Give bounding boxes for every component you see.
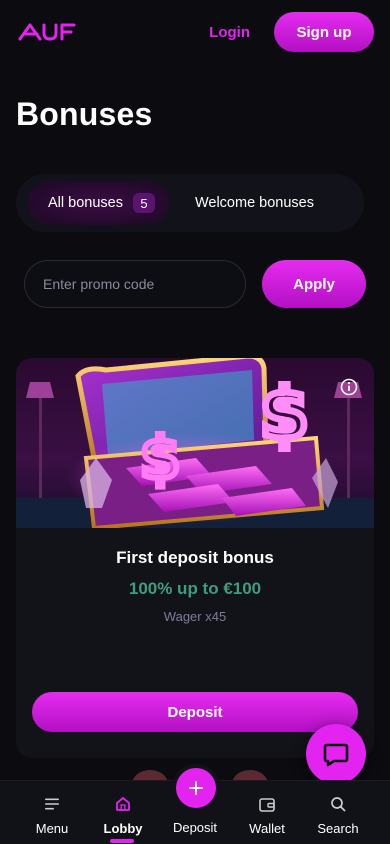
bonus-card: $ $ First deposit bonus 100% up to €100 … — [16, 358, 374, 758]
nav-label: Menu — [35, 821, 69, 836]
tab-all-bonuses[interactable]: All bonuses 5 — [28, 181, 169, 225]
signup-button[interactable]: Sign up — [274, 12, 374, 52]
treasure-chest-image: $ $ — [16, 358, 374, 528]
nav-item-lobby[interactable]: Lobby — [84, 781, 162, 844]
header-actions: Login Sign up — [209, 12, 374, 52]
svg-text:$: $ — [140, 424, 180, 492]
svg-text:$: $ — [260, 373, 309, 455]
deposit-button[interactable]: Deposit — [32, 692, 358, 732]
auf-logo-icon — [18, 23, 76, 41]
bonus-tabs: All bonuses 5 Welcome bonuses — [28, 181, 364, 225]
promo-code-input[interactable] — [24, 260, 246, 308]
menu-icon — [45, 795, 59, 813]
chat-button[interactable] — [306, 724, 366, 784]
nav-item-search[interactable]: Search — [299, 781, 377, 844]
home-icon — [115, 795, 131, 813]
bonus-wager: Wager x45 — [163, 609, 227, 624]
wallet-icon — [259, 795, 275, 813]
info-icon[interactable] — [340, 378, 358, 396]
tab-label: All bonuses — [48, 195, 123, 211]
bonus-amount: 100% up to €100 — [128, 579, 262, 598]
nav-item-menu[interactable]: Menu — [13, 781, 91, 844]
nav-deposit-button[interactable] — [176, 768, 216, 808]
plus-icon — [189, 781, 203, 795]
nav-deposit-label[interactable]: Deposit — [156, 820, 234, 835]
brand-logo[interactable] — [18, 22, 76, 42]
tab-label: Welcome bonuses — [194, 195, 314, 211]
nav-label: Lobby — [103, 821, 143, 836]
apply-button[interactable]: Apply — [262, 260, 366, 308]
tab-count-badge: 5 — [132, 193, 155, 213]
nav-item-wallet[interactable]: Wallet — [228, 781, 306, 844]
search-icon — [330, 795, 346, 813]
nav-label: Wallet — [249, 821, 285, 836]
login-link[interactable]: Login — [209, 24, 250, 41]
tab-welcome-bonuses[interactable]: Welcome bonuses — [169, 181, 314, 225]
nav-label: Search — [317, 821, 359, 836]
bonus-title: First deposit bonus — [116, 548, 274, 567]
active-nav-indicator — [110, 839, 134, 843]
header: Login Sign up — [0, 0, 390, 64]
chat-bubble-icon — [323, 743, 349, 767]
page-title: Bonuses — [16, 96, 153, 132]
